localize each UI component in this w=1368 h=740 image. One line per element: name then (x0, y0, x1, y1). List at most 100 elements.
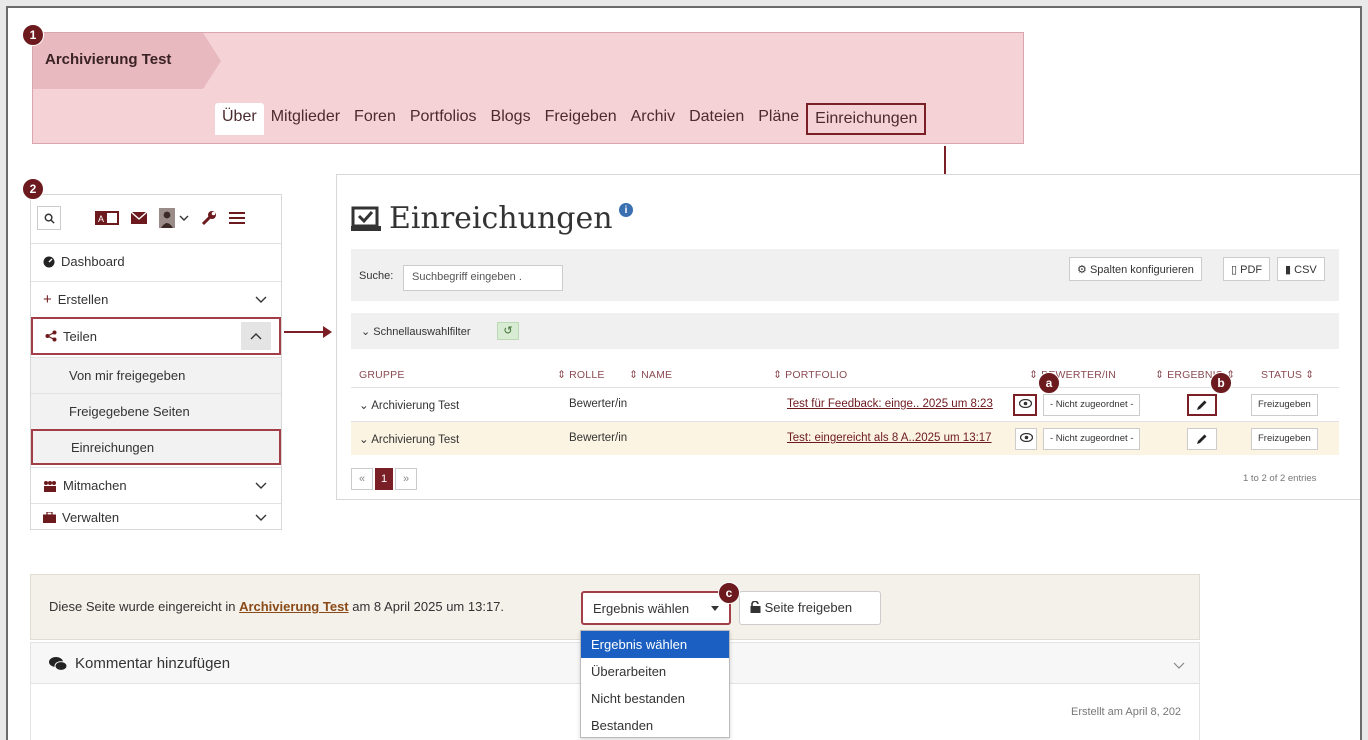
sidebar-item-label: Erstellen (57, 292, 109, 307)
col-header-group[interactable]: GRUPPE (359, 369, 405, 381)
submission-text-prefix: Diese Seite wurde eingereicht in (49, 599, 236, 614)
row-group: Archivierung Test (371, 434, 460, 446)
gear-icon: ⚙ (1077, 264, 1087, 276)
sidebar-item-share[interactable]: Teilen (31, 317, 281, 355)
nav-tab-files[interactable]: Dateien (682, 103, 751, 135)
unlock-icon (750, 600, 761, 616)
col-header-portfolio[interactable]: ⇕ PORTFOLIO (773, 369, 847, 381)
nav-tab-about[interactable]: Über (215, 103, 264, 135)
pagination-next[interactable]: » (395, 468, 417, 490)
assessor-select[interactable]: - Nicht zugeordnet - (1043, 394, 1141, 416)
page-title: Einreichungen (351, 201, 613, 236)
pencil-icon[interactable] (1187, 428, 1217, 450)
row-expand-toggle[interactable]: ⌄ Archivierung Test (359, 398, 459, 412)
sidebar-item-shared-pages[interactable]: Freigegebene Seiten (31, 393, 281, 429)
info-icon[interactable]: i (619, 203, 633, 217)
assessor-select[interactable]: - Nicht zugeordnet - (1043, 428, 1141, 450)
pagination-prev[interactable]: « (351, 468, 373, 490)
option-failed[interactable]: Nicht bestanden (581, 685, 729, 712)
nav-tab-archive[interactable]: Archiv (624, 103, 682, 135)
sidebar-item-manage[interactable]: Verwalten (31, 503, 281, 531)
eye-icon[interactable] (1013, 394, 1037, 416)
group-nav: Über Mitglieder Foren Portfolios Blogs F… (215, 103, 927, 135)
csv-button[interactable]: ▮ CSV (1277, 257, 1325, 281)
nav-tab-share[interactable]: Freigeben (538, 103, 624, 135)
csv-label: CSV (1294, 264, 1317, 276)
group-header: Archivierung Test Über Mitglieder Foren … (32, 32, 1024, 144)
release-status-button[interactable]: Freizugeben (1251, 428, 1318, 450)
search-bar: Suche: Suchbegriff eingeben . ⚙ Spalten … (351, 249, 1339, 301)
pdf-button[interactable]: ▯ PDF (1223, 257, 1271, 281)
chevron-down-icon (255, 293, 267, 307)
option-choose-result[interactable]: Ergebnis wählen (581, 631, 729, 658)
release-page-button[interactable]: Seite freigeben (739, 591, 881, 625)
sidebar-item-label: Mitmachen (63, 478, 127, 493)
sidebar-item-label: Dashboard (61, 254, 125, 269)
col-header-status[interactable]: STATUS ⇕ (1261, 369, 1314, 381)
chevron-down-icon: ⌄ (361, 326, 371, 338)
quick-filter-toggle[interactable]: ⌄ Schnellauswahlfilter (361, 325, 471, 338)
search-input[interactable]: Suchbegriff eingeben . (403, 265, 563, 291)
sidebar-item-label: Teilen (63, 328, 97, 344)
chevron-down-icon (255, 479, 267, 493)
nav-tab-blogs[interactable]: Blogs (484, 103, 538, 135)
marker-c: c (718, 582, 740, 604)
mail-icon[interactable] (131, 212, 147, 224)
menu-icon[interactable] (229, 211, 245, 225)
reset-icon[interactable]: ↺ (497, 322, 519, 340)
col-header-portfolio-label: PORTFOLIO (785, 369, 848, 381)
briefcase-icon (43, 512, 56, 523)
nav-tab-submissions[interactable]: Einreichungen (806, 103, 927, 135)
option-passed[interactable]: Bestanden (581, 712, 729, 739)
marker-a: a (1038, 372, 1060, 394)
comment-label: Kommentar hinzufügen (75, 655, 231, 672)
result-select[interactable]: Ergebnis wählen (581, 591, 731, 625)
comments-icon (49, 656, 67, 671)
col-header-role-label: ROLLE (569, 369, 605, 381)
pagination-current[interactable]: 1 (375, 468, 393, 490)
row-portfolio-link[interactable]: Test für Feedback: einge.. 2025 um 8:23 (787, 398, 993, 410)
chevron-down-icon (1173, 657, 1185, 675)
wrench-icon[interactable] (201, 210, 217, 226)
eye-icon[interactable] (1015, 428, 1037, 450)
row-expand-toggle[interactable]: ⌄ Archivierung Test (359, 432, 459, 446)
page-title-text: Einreichungen (389, 201, 613, 236)
sidebar-item-dashboard[interactable]: Dashboard (31, 243, 281, 279)
nav-tab-plans[interactable]: Pläne (751, 103, 806, 135)
created-date: Erstellt am April 8, 202 (1071, 706, 1182, 718)
arrow-head (323, 326, 332, 338)
user-icon[interactable] (159, 208, 175, 228)
option-revise[interactable]: Überarbeiten (581, 658, 729, 685)
share-icon (45, 330, 57, 342)
group-link[interactable]: Archivierung Test (239, 599, 349, 614)
comment-toggle: Kommentar hinzufügen (49, 655, 230, 672)
nav-tab-forums[interactable]: Foren (347, 103, 403, 135)
pdf-label: PDF (1240, 264, 1263, 276)
sidebar-item-shared-by-me[interactable]: Von mir freigegeben (31, 357, 281, 393)
nav-tab-portfolios[interactable]: Portfolios (403, 103, 484, 135)
chevron-up-icon[interactable] (241, 322, 271, 350)
chevron-down-icon[interactable] (179, 214, 189, 222)
sidebar-item-create[interactable]: + Erstellen (31, 281, 281, 317)
row-group: Archivierung Test (371, 400, 460, 412)
configure-columns-label: Spalten konfigurieren (1089, 264, 1194, 276)
result-dropdown: Ergebnis wählen Überarbeiten Nicht besta… (580, 630, 730, 738)
release-status-button[interactable]: Freizugeben (1251, 394, 1318, 416)
sidebar-item-engage[interactable]: Mitmachen (31, 467, 281, 503)
pencil-icon[interactable] (1187, 394, 1217, 416)
table-row: ⌄ Archivierung Test Bewerter/in Test für… (351, 387, 1339, 421)
row-portfolio-link[interactable]: Test: eingereicht als 8 A..2025 um 13:17 (787, 432, 992, 444)
col-header-name[interactable]: ⇕ NAME (629, 369, 672, 381)
sidebar-menu: A Dashboard + Erstellen Teilen Von mir f… (30, 194, 282, 530)
sidebar-item-submissions[interactable]: Einreichungen (31, 429, 281, 465)
release-page-label: Seite freigeben (764, 600, 853, 615)
marker-2: 2 (22, 178, 44, 200)
nav-tab-members[interactable]: Mitglieder (264, 103, 347, 135)
marker-1: 1 (22, 24, 44, 46)
configure-columns-button[interactable]: ⚙ Spalten konfigurieren (1069, 257, 1202, 281)
people-icon (44, 480, 56, 492)
col-header-role[interactable]: ⇕ ROLLE (557, 369, 605, 381)
quick-filter-label: Schnellauswahlfilter (373, 326, 471, 338)
language-icon[interactable]: A (95, 211, 119, 225)
search-icon[interactable] (37, 206, 61, 230)
